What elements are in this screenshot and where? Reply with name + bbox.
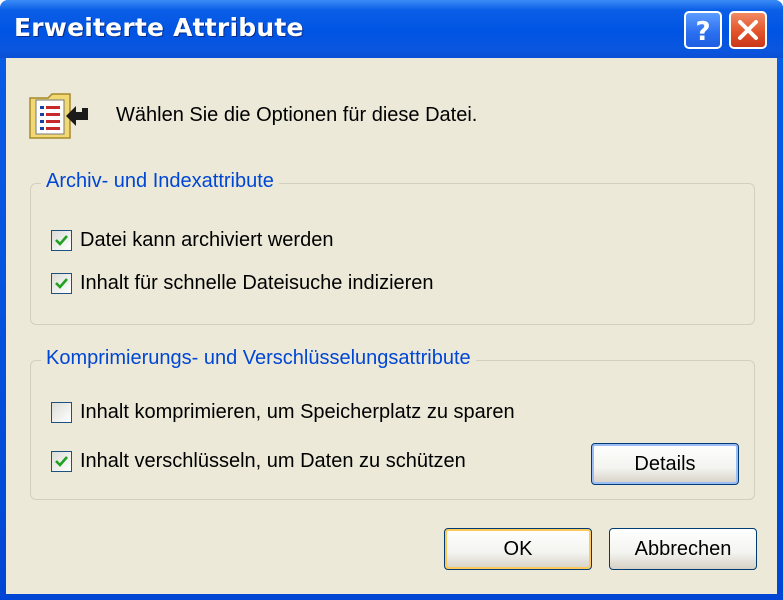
dialog-window: Erweiterte Attribute ? Wählen Sie die Op… bbox=[0, 0, 783, 600]
index-checkbox[interactable] bbox=[51, 273, 72, 294]
question-mark-icon: ? bbox=[695, 17, 710, 47]
encrypt-checkbox[interactable] bbox=[51, 451, 72, 472]
encrypt-option[interactable]: Inhalt verschlüsseln, um Daten zu schütz… bbox=[51, 450, 466, 473]
close-button[interactable] bbox=[729, 11, 767, 49]
group-legend: Archiv- und Indexattribute bbox=[41, 170, 279, 193]
prompt-text: Wählen Sie die Optionen für diese Datei. bbox=[116, 104, 478, 126]
dialog-client-area: Wählen Sie die Optionen für diese Datei.… bbox=[6, 58, 777, 594]
ok-button[interactable]: OK bbox=[444, 528, 592, 570]
archive-label[interactable]: Datei kann archiviert werden bbox=[80, 229, 333, 252]
compress-checkbox[interactable] bbox=[51, 402, 72, 423]
cancel-button[interactable]: Abbrechen bbox=[609, 528, 757, 570]
archive-checkbox[interactable] bbox=[51, 230, 72, 251]
close-icon bbox=[738, 20, 758, 40]
help-button[interactable]: ? bbox=[684, 11, 722, 49]
compress-label[interactable]: Inhalt komprimieren, um Speicherplatz zu… bbox=[80, 401, 515, 424]
checkmark-icon bbox=[55, 456, 68, 467]
group-legend: Komprimierungs- und Verschlüsselungsattr… bbox=[41, 347, 476, 370]
archive-option[interactable]: Datei kann archiviert werden bbox=[51, 229, 333, 252]
checkmark-icon bbox=[55, 278, 68, 289]
index-label[interactable]: Inhalt für schnelle Dateisuche indiziere… bbox=[80, 272, 434, 295]
svg-text:?: ? bbox=[695, 17, 710, 47]
encrypt-label[interactable]: Inhalt verschlüsseln, um Daten zu schütz… bbox=[80, 450, 466, 473]
attributes-icon bbox=[28, 88, 92, 148]
compress-encrypt-group: Komprimierungs- und Verschlüsselungsattr… bbox=[30, 347, 755, 500]
details-button[interactable]: Details bbox=[591, 443, 739, 485]
window-title: Erweiterte Attribute bbox=[14, 13, 304, 42]
title-bar[interactable]: Erweiterte Attribute ? bbox=[0, 0, 783, 58]
compress-option[interactable]: Inhalt komprimieren, um Speicherplatz zu… bbox=[51, 401, 515, 424]
archive-index-group: Archiv- und Indexattribute Datei kann ar… bbox=[30, 170, 755, 325]
index-option[interactable]: Inhalt für schnelle Dateisuche indiziere… bbox=[51, 272, 434, 295]
checkmark-icon bbox=[55, 235, 68, 246]
